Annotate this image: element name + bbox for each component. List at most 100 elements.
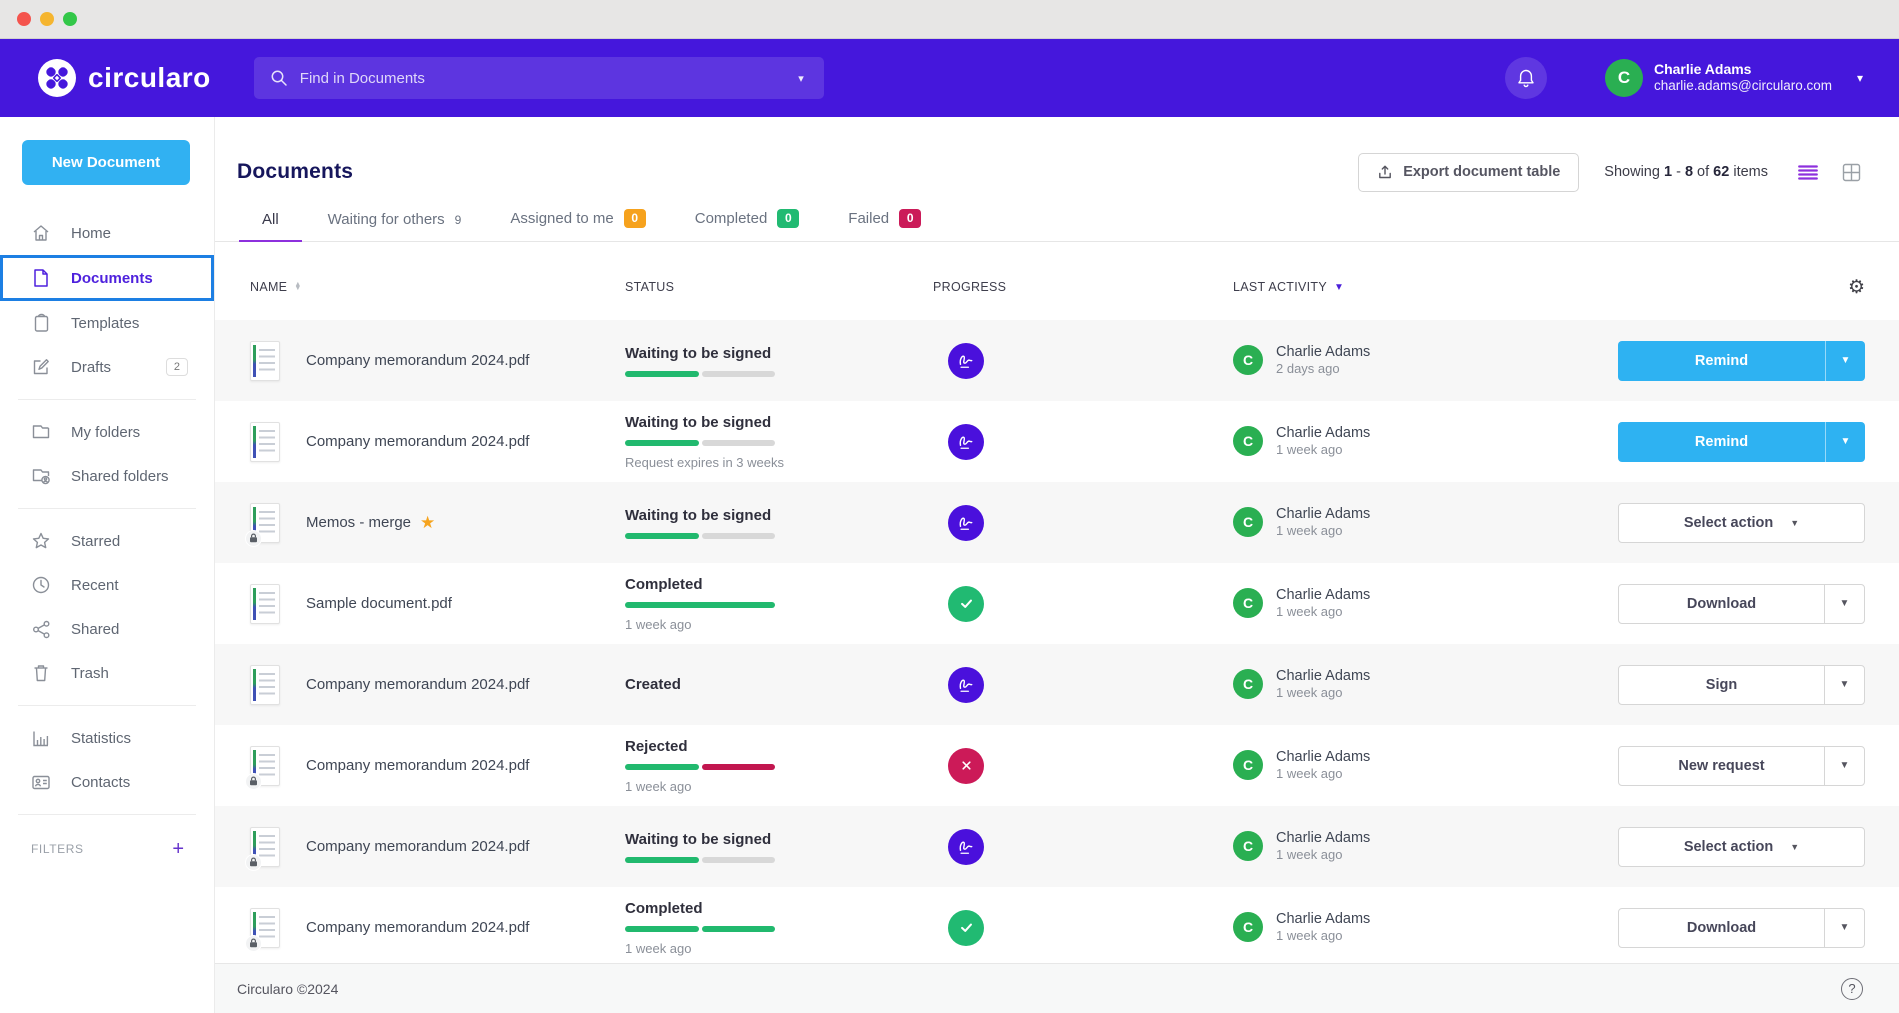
search-scope-caret-icon[interactable]: ▾ bbox=[794, 68, 808, 89]
sidebar-item-contacts[interactable]: Contacts bbox=[0, 760, 214, 804]
user-menu[interactable]: C Charlie Adams charlie.adams@circularo.… bbox=[1605, 59, 1863, 97]
tab-label: Completed bbox=[695, 210, 768, 227]
row-action-button[interactable]: Select action ▼ bbox=[1618, 827, 1865, 867]
row-action-caret-icon[interactable]: ▼ bbox=[1825, 422, 1865, 462]
row-action-button[interactable]: New request ▼ bbox=[1618, 746, 1865, 786]
tab-waiting-for-others[interactable]: Waiting for others 9 bbox=[328, 211, 462, 241]
document-name[interactable]: Company memorandum 2024.pdf bbox=[306, 757, 529, 774]
tab-failed[interactable]: Failed 0 bbox=[848, 209, 921, 241]
copyright-text: Circularo ©2024 bbox=[237, 981, 338, 997]
sidebar-item-drafts[interactable]: Drafts 2 bbox=[0, 345, 214, 389]
progress-bar bbox=[625, 926, 775, 932]
document-name[interactable]: Company memorandum 2024.pdf bbox=[306, 352, 529, 369]
column-header-status[interactable]: STATUS bbox=[625, 280, 933, 294]
sidebar-item-trash[interactable]: Trash bbox=[0, 651, 214, 695]
user-email: charlie.adams@circularo.com bbox=[1654, 78, 1832, 95]
zoom-window-button[interactable] bbox=[63, 12, 77, 26]
app-window: circularo ▾ C bbox=[0, 0, 1899, 1013]
tab-all[interactable]: All bbox=[262, 211, 279, 241]
document-thumbnail bbox=[250, 422, 280, 462]
star-icon[interactable]: ★ bbox=[420, 514, 435, 531]
sidebar-item-my-folders[interactable]: My folders bbox=[0, 410, 214, 454]
grid-view-button[interactable] bbox=[1840, 161, 1863, 184]
search-input[interactable] bbox=[300, 70, 782, 87]
row-action-button[interactable]: Remind ▼ bbox=[1618, 341, 1865, 381]
lock-icon bbox=[245, 773, 262, 790]
document-name[interactable]: Company memorandum 2024.pdf bbox=[306, 676, 529, 693]
notifications-button[interactable] bbox=[1505, 57, 1547, 99]
main-content: Documents Export document table Showing … bbox=[215, 117, 1899, 1013]
tab-badge: 0 bbox=[777, 209, 799, 228]
row-action-caret-icon[interactable]: ▼ bbox=[1824, 747, 1864, 785]
row-action-button[interactable]: Remind ▼ bbox=[1618, 422, 1865, 462]
column-header-name[interactable]: NAME ▲▼ bbox=[250, 280, 625, 294]
row-action-caret-icon[interactable]: ▼ bbox=[1790, 504, 1799, 542]
table-row[interactable]: Company memorandum 2024.pdf ★ Waiting to… bbox=[215, 806, 1899, 887]
sidebar-item-statistics[interactable]: Statistics bbox=[0, 716, 214, 760]
table-row[interactable]: Company memorandum 2024.pdf ★ Waiting to… bbox=[215, 320, 1899, 401]
row-action-caret-icon[interactable]: ▼ bbox=[1824, 585, 1864, 623]
document-name[interactable]: Company memorandum 2024.pdf bbox=[306, 838, 529, 855]
brand-logo[interactable]: circularo bbox=[37, 58, 211, 98]
row-user-name: Charlie Adams bbox=[1276, 505, 1370, 524]
list-view-button[interactable] bbox=[1796, 163, 1820, 182]
document-name[interactable]: Sample document.pdf bbox=[306, 595, 452, 612]
sidebar-item-label: Templates bbox=[71, 315, 139, 332]
table-settings-button[interactable]: ⚙ bbox=[1848, 276, 1865, 299]
sidebar: New Document Home Documents bbox=[0, 117, 215, 1013]
row-action-caret-icon[interactable]: ▼ bbox=[1825, 341, 1865, 381]
document-name[interactable]: Company memorandum 2024.pdf bbox=[306, 919, 529, 936]
home-icon bbox=[31, 223, 51, 243]
sort-desc-icon: ▼ bbox=[1334, 282, 1344, 293]
row-action-caret-icon[interactable]: ▼ bbox=[1824, 909, 1864, 947]
table-row[interactable]: Company memorandum 2024.pdf ★ Rejected 1… bbox=[215, 725, 1899, 806]
status-text: Completed bbox=[625, 900, 933, 917]
document-name[interactable]: Memos - merge bbox=[306, 514, 411, 531]
status-text: Waiting to be signed bbox=[625, 831, 933, 848]
document-name[interactable]: Company memorandum 2024.pdf bbox=[306, 433, 529, 450]
document-thumbnail bbox=[250, 584, 280, 624]
sidebar-item-shared-folders[interactable]: Shared folders bbox=[0, 454, 214, 498]
filters-section: FILTERS + bbox=[0, 825, 214, 859]
sidebar-item-home[interactable]: Home bbox=[0, 211, 214, 255]
tab-badge: 0 bbox=[899, 209, 921, 228]
row-action-label: Select action bbox=[1684, 839, 1773, 855]
share-icon bbox=[31, 619, 51, 639]
table-row[interactable]: Sample document.pdf ★ Completed 1 week a… bbox=[215, 563, 1899, 644]
row-user-name: Charlie Adams bbox=[1276, 586, 1370, 605]
add-filter-button[interactable]: + bbox=[172, 839, 184, 859]
progress-bar bbox=[625, 764, 775, 770]
column-header-last-activity[interactable]: LAST ACTIVITY ▼ bbox=[1233, 280, 1618, 294]
minimize-window-button[interactable] bbox=[40, 12, 54, 26]
row-action-button[interactable]: Download ▼ bbox=[1618, 908, 1865, 948]
row-activity-time: 1 week ago bbox=[1276, 442, 1370, 459]
sidebar-item-starred[interactable]: Starred bbox=[0, 519, 214, 563]
sidebar-item-documents[interactable]: Documents bbox=[0, 255, 214, 301]
global-search[interactable]: ▾ bbox=[254, 57, 824, 99]
document-thumbnail-cell bbox=[250, 746, 306, 786]
tab-completed[interactable]: Completed 0 bbox=[695, 209, 800, 241]
row-action-caret-icon[interactable]: ▼ bbox=[1824, 666, 1864, 704]
row-action-caret-icon[interactable]: ▼ bbox=[1790, 828, 1799, 866]
row-activity-time: 1 week ago bbox=[1276, 523, 1370, 540]
sidebar-item-shared[interactable]: Shared bbox=[0, 607, 214, 651]
table-row[interactable]: Company memorandum 2024.pdf ★ Created C … bbox=[215, 644, 1899, 725]
column-header-progress[interactable]: PROGRESS bbox=[933, 280, 1233, 294]
sidebar-item-recent[interactable]: Recent bbox=[0, 563, 214, 607]
folder-icon bbox=[31, 422, 51, 442]
titlebar bbox=[0, 0, 1899, 39]
tab-assigned-to-me[interactable]: Assigned to me 0 bbox=[510, 209, 645, 241]
export-table-button[interactable]: Export document table bbox=[1358, 153, 1579, 192]
row-action-button[interactable]: Select action ▼ bbox=[1618, 503, 1865, 543]
new-document-button[interactable]: New Document bbox=[22, 140, 190, 185]
table-row[interactable]: Company memorandum 2024.pdf ★ Completed … bbox=[215, 887, 1899, 968]
row-action-button[interactable]: Sign ▼ bbox=[1618, 665, 1865, 705]
row-user-name: Charlie Adams bbox=[1276, 829, 1370, 848]
help-button[interactable]: ? bbox=[1841, 978, 1863, 1000]
table-row[interactable]: Company memorandum 2024.pdf ★ Waiting to… bbox=[215, 401, 1899, 482]
sidebar-item-templates[interactable]: Templates bbox=[0, 301, 214, 345]
close-window-button[interactable] bbox=[17, 12, 31, 26]
row-action-button[interactable]: Download ▼ bbox=[1618, 584, 1865, 624]
row-action-label: Sign bbox=[1706, 677, 1737, 693]
table-row[interactable]: Memos - merge ★ Waiting to be signed C C… bbox=[215, 482, 1899, 563]
